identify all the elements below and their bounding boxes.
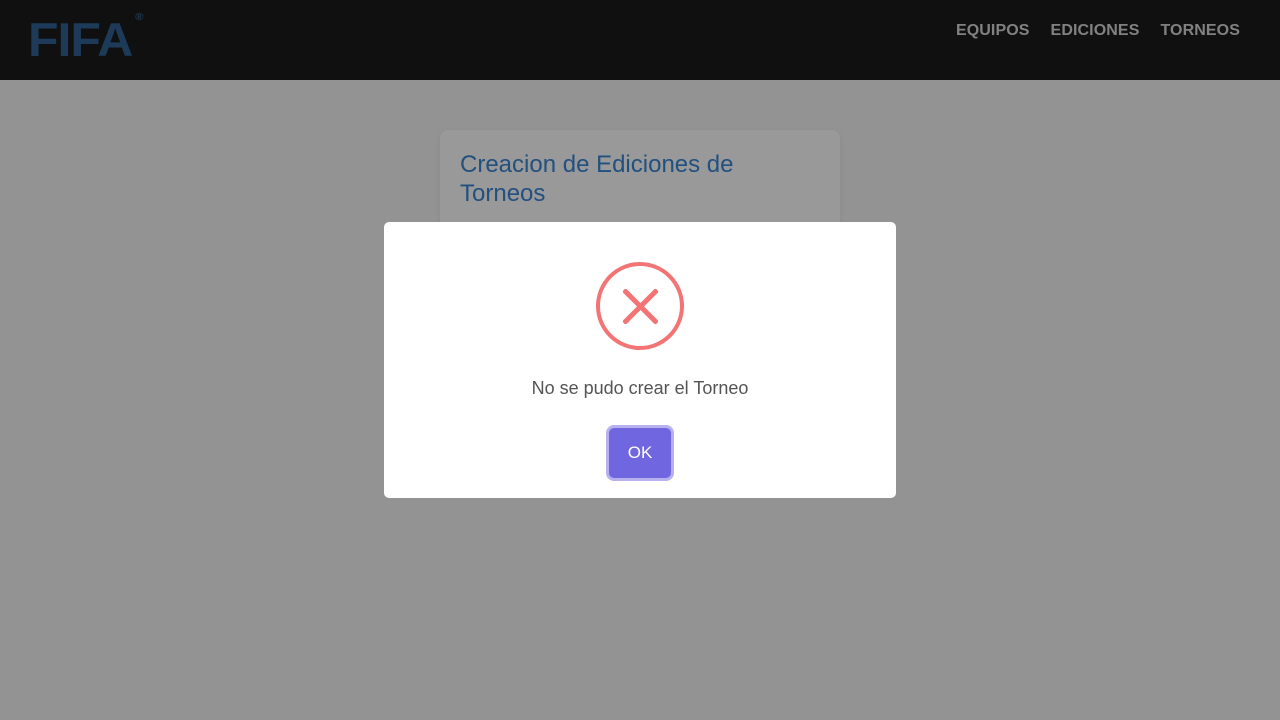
error-x-icon [596,262,684,350]
error-dialog: No se pudo crear el Torneo OK [384,222,896,498]
ok-button[interactable]: OK [609,428,671,478]
dialog-message: No se pudo crear el Torneo [531,378,749,398]
